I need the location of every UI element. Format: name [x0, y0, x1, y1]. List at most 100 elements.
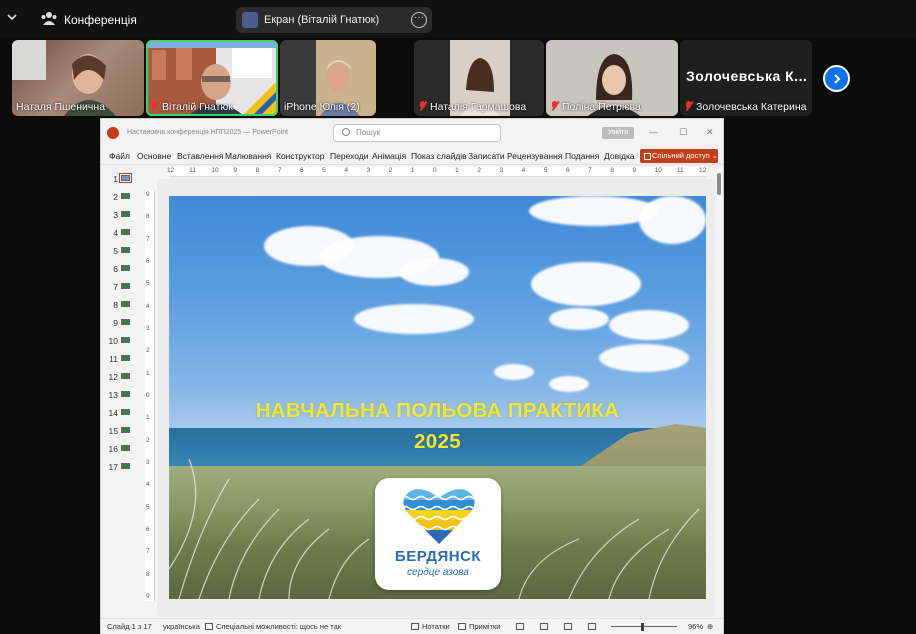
slide-thumbnail-number: 8 [113, 300, 118, 310]
slide-thumbnail-number: 9 [113, 318, 118, 328]
tab-home[interactable]: Основне [137, 151, 171, 161]
chevron-right-icon [833, 74, 840, 84]
more-options-icon[interactable]: ··· [411, 12, 427, 28]
slide-thumbnail-3[interactable]: 3 [106, 208, 136, 222]
logo-subtext: сердце азова [407, 567, 469, 578]
ruler-tick-label: 2 [477, 167, 481, 174]
tab-animations[interactable]: Анімація [372, 151, 406, 161]
slide-thumbnail-5[interactable]: 5 [106, 244, 136, 258]
ruler-tick-label: 3 [146, 325, 150, 332]
scrollbar-thumb[interactable] [717, 173, 721, 195]
slideshow-icon [588, 623, 596, 630]
zoom-level[interactable]: 96% [688, 622, 703, 631]
ruler-tick-label: 1 [146, 369, 150, 377]
berdyansk-logo[interactable]: БЕРДЯНСК сердце азова [375, 478, 501, 590]
ruler-tick-label: 11 [676, 167, 684, 174]
slide-thumbnail-number: 3 [113, 210, 118, 220]
slide-title-line1[interactable]: НАВЧАЛЬНА ПОЛЬОВА ПРАКТИКА [169, 399, 706, 423]
slide-sorter-button[interactable] [540, 622, 551, 631]
search-input[interactable]: Пошук [333, 124, 501, 142]
slide-thumbnail-2[interactable]: 2 [106, 190, 136, 204]
cloud [549, 308, 609, 330]
vertical-scrollbar[interactable] [715, 167, 723, 619]
tab-insert[interactable]: Вставлення [177, 151, 223, 161]
participants-icon[interactable] [40, 11, 58, 27]
close-button[interactable]: ✕ [706, 127, 714, 138]
search-placeholder: Пошук [356, 128, 381, 137]
ruler-tick-label: 5 [146, 280, 150, 288]
tab-view[interactable]: Подання [565, 151, 599, 161]
slide-thumbnail-preview [119, 173, 132, 183]
slide-thumbnail-preview [121, 391, 130, 397]
tab-review[interactable]: Рецензування [507, 151, 562, 161]
notes-label: Нотатки [422, 622, 450, 631]
tab-file[interactable]: Файл [109, 151, 130, 161]
tab-record[interactable]: Записати [468, 151, 505, 161]
slide-1[interactable]: НАВЧАЛЬНА ПОЛЬОВА ПРАКТИКА 2025 БЕРДЯНСК… [169, 196, 706, 599]
tab-design[interactable]: Конструктор [276, 151, 324, 161]
normal-view-button[interactable] [516, 622, 527, 631]
mic-muted-icon [150, 101, 159, 111]
participant-name: Золочевська Катерина [684, 101, 806, 113]
slide-thumbnail-12[interactable]: 12 [106, 370, 136, 384]
ruler-tick-label: 0 [146, 392, 150, 399]
slide-thumbnail-14[interactable]: 14 [106, 406, 136, 420]
comments-button[interactable]: Примітки [458, 622, 500, 631]
slide-thumbnails-pane: 1 2 3 4 5 6 7 8 9 10 11 12 13 14 15 16 17 [101, 166, 139, 618]
slide-thumbnail-17[interactable]: 17 [106, 460, 136, 474]
slide-thumbnail-13[interactable]: 13 [106, 388, 136, 402]
participant-tile[interactable]: Наталя Пшенична [12, 40, 144, 116]
participant-tile[interactable]: Наталія Гармашова [414, 40, 544, 116]
next-page-button[interactable] [823, 65, 850, 92]
slide-thumbnail-1[interactable]: 1 [106, 172, 136, 186]
maximize-button[interactable]: ☐ [679, 127, 687, 138]
slide-title-line2[interactable]: 2025 [169, 430, 706, 454]
slideshow-button[interactable] [588, 622, 599, 631]
share-button[interactable]: Спільний доступ ⌄ [640, 149, 718, 163]
notes-button[interactable]: Нотатки [411, 622, 450, 631]
zoom-slider[interactable] [611, 626, 677, 627]
tab-help[interactable]: Довідка [604, 151, 635, 161]
slide-thumbnail-preview [121, 427, 130, 433]
slide-thumbnail-7[interactable]: 7 [106, 280, 136, 294]
participant-tile[interactable]: iPhone Юлія (2) [280, 40, 376, 116]
reading-view-button[interactable] [564, 622, 575, 631]
slide-thumbnail-11[interactable]: 11 [106, 352, 136, 366]
mic-muted-icon [550, 101, 559, 111]
slide-thumbnail-10[interactable]: 10 [106, 334, 136, 348]
ruler-tick-label: 3 [366, 167, 371, 174]
slide-thumbnail-4[interactable]: 4 [106, 226, 136, 240]
tab-draw[interactable]: Малювання [225, 151, 271, 161]
accessibility-status[interactable]: Спеціальні можливості: щось не так [205, 622, 341, 631]
fit-slide-icon[interactable]: ⊕ [707, 622, 713, 631]
cloud [354, 304, 474, 334]
participant-tile[interactable]: Поліна Петрієва [546, 40, 678, 116]
participant-name-text: Наталія Гармашова [430, 101, 527, 113]
participant-tile[interactable]: Золочевська К... Золочевська Катерина [680, 40, 812, 116]
screen-share-indicator[interactable]: Екран (Віталій Гнатюк) ··· [236, 7, 432, 33]
tab-transitions[interactable]: Переходи [330, 151, 369, 161]
meeting-label[interactable]: Конференція [64, 13, 137, 27]
participant-tile-active-speaker[interactable]: Віталій Гнатюк [146, 40, 278, 116]
tab-slideshow[interactable]: Показ слайдів [411, 151, 467, 161]
slide-thumbnail-preview [121, 373, 130, 379]
chevron-down-icon[interactable] [6, 11, 20, 25]
ruler-tick-label: 11 [189, 167, 196, 174]
slide-thumbnail-9[interactable]: 9 [106, 316, 136, 330]
slide-thumbnail-6[interactable]: 6 [106, 262, 136, 276]
minimize-button[interactable]: — [649, 127, 658, 137]
language-indicator[interactable]: українська [163, 622, 200, 631]
ruler-tick-label: 8 [146, 570, 150, 578]
slide-sorter-icon [540, 623, 548, 630]
notes-icon [411, 623, 419, 630]
cloud [531, 262, 641, 306]
mic-muted-icon [684, 101, 693, 111]
slide-thumbnail-16[interactable]: 16 [106, 442, 136, 456]
zoom-slider-thumb[interactable] [641, 623, 644, 631]
slide-thumbnail-8[interactable]: 8 [106, 298, 136, 312]
slide-thumbnail-15[interactable]: 15 [106, 424, 136, 438]
comments-icon [458, 623, 466, 630]
sign-in-button[interactable]: Увійти [602, 127, 634, 139]
slide-thumbnail-preview [121, 319, 130, 325]
slide-thumbnail-number: 7 [113, 282, 118, 292]
